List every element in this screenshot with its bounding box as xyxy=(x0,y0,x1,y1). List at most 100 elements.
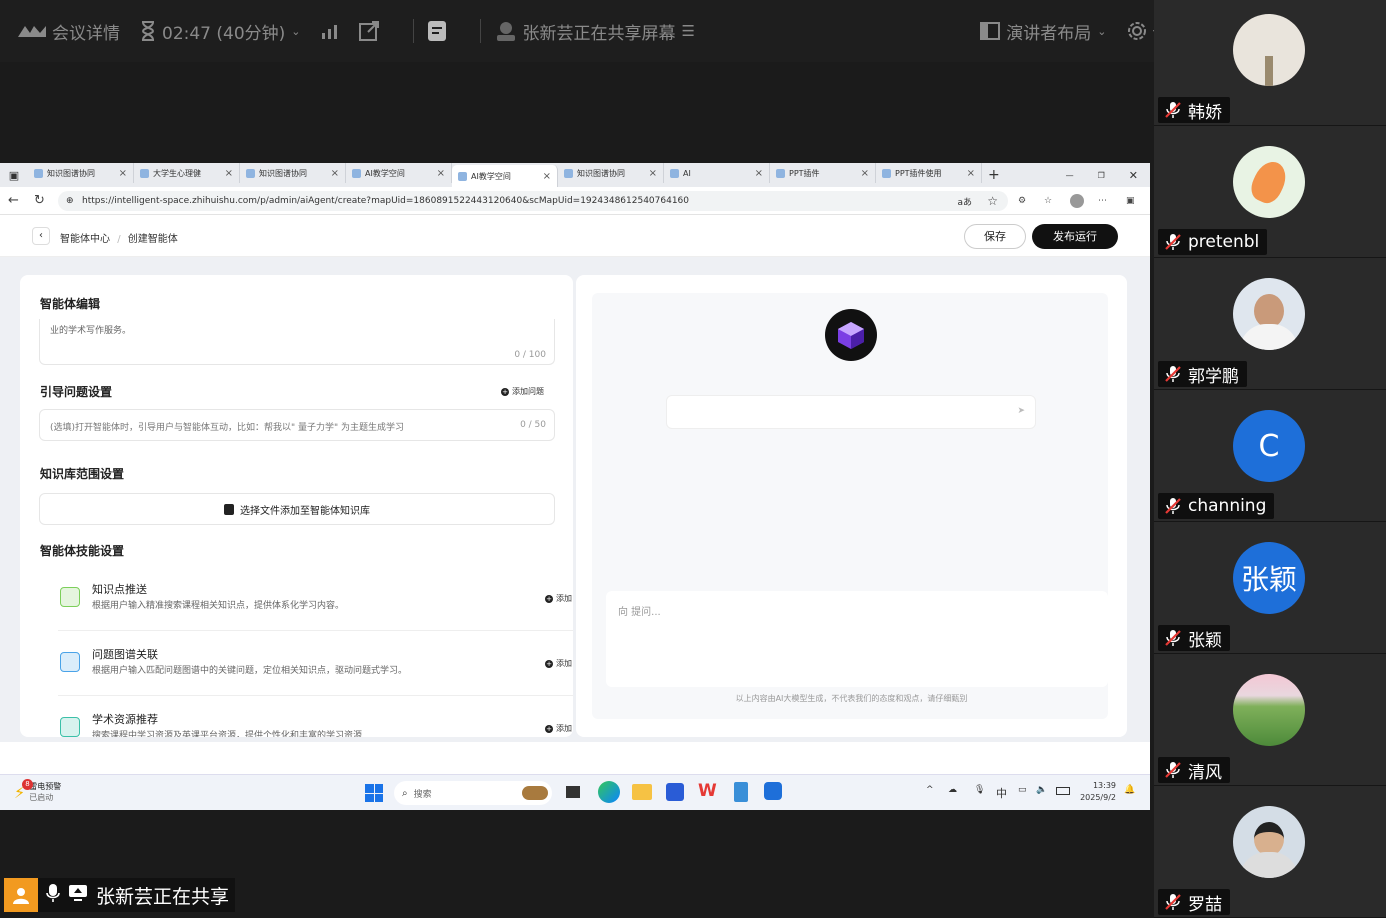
favorite-star-icon[interactable]: ☆ xyxy=(987,194,998,208)
skill-add-button[interactable]: + 添加 xyxy=(545,658,572,669)
window-close-icon[interactable]: ✕ xyxy=(1129,169,1138,182)
mic-muted-icon xyxy=(1165,762,1181,778)
ime-indicator[interactable]: 中 xyxy=(996,785,1007,801)
edge-icon[interactable] xyxy=(598,781,620,803)
favorites-icon[interactable]: ☆ xyxy=(1044,196,1052,206)
profile-avatar-icon[interactable] xyxy=(1070,193,1084,208)
meeting-details-button[interactable]: 会议详情 xyxy=(18,19,120,44)
send-icon[interactable]: ➤ xyxy=(1017,406,1025,416)
browser-tab[interactable]: 知识图谱协同 × xyxy=(28,163,134,183)
tab-close-icon[interactable]: × xyxy=(649,168,657,179)
browser-tab[interactable]: PPT插件使用 × xyxy=(876,163,982,183)
store-icon[interactable] xyxy=(666,783,684,801)
mic-muted-icon xyxy=(1165,366,1181,382)
notepad-icon[interactable] xyxy=(734,782,748,802)
timer-button[interactable]: 02:47 (40分钟) ⌄ xyxy=(140,19,301,44)
tab-close-icon[interactable]: × xyxy=(331,168,339,179)
signal-button[interactable] xyxy=(321,23,339,39)
new-tab-icon[interactable]: + xyxy=(988,167,1000,183)
tab-close-icon[interactable]: × xyxy=(225,168,233,179)
start-button[interactable] xyxy=(365,784,383,802)
notification-bell-icon[interactable]: 🔔 xyxy=(1124,785,1135,795)
skill-add-button[interactable]: + 添加 xyxy=(545,593,572,604)
volume-icon[interactable]: 🔈 xyxy=(1036,785,1047,795)
mic-muted-icon xyxy=(1165,234,1181,250)
participant-tile[interactable]: 清风 xyxy=(1154,654,1386,786)
save-button[interactable]: 保存 xyxy=(964,224,1026,249)
wps-icon[interactable]: W xyxy=(698,781,717,801)
notes-button[interactable] xyxy=(427,21,446,41)
breadcrumb-home[interactable]: 智能体中心 xyxy=(60,234,110,245)
tab-close-icon[interactable]: × xyxy=(543,171,551,182)
tab-close-icon[interactable]: × xyxy=(755,168,763,179)
tab-actions-icon[interactable]: ▣ xyxy=(0,169,28,182)
screen-share-icon[interactable] xyxy=(68,884,88,907)
user-icon[interactable] xyxy=(4,878,38,912)
participant-name: pretenbl xyxy=(1188,232,1260,252)
skill-icon xyxy=(60,652,80,672)
participant-tile[interactable]: 罗喆 xyxy=(1154,786,1386,918)
participant-tile[interactable]: 郭学鹏 xyxy=(1154,258,1386,390)
skill-add-button[interactable]: + 添加 xyxy=(545,723,572,734)
clock-time: 13:39 xyxy=(1092,781,1116,790)
address-bar-row: ← ↻ ⊕ https://intelligent-space.zhihuish… xyxy=(0,187,1150,215)
participant-tile[interactable]: pretenbl xyxy=(1154,126,1386,258)
browser-tab[interactable]: 大学生心理健 × xyxy=(134,163,240,183)
weather-widget[interactable]: ⚡ 8 雷电预警 已启动 xyxy=(14,779,61,803)
sidebar-icon[interactable]: ▣ xyxy=(1126,196,1135,206)
battery-icon[interactable] xyxy=(1056,787,1070,795)
description-count: 0 / 100 xyxy=(514,350,546,360)
tab-close-icon[interactable]: × xyxy=(119,168,127,179)
clock[interactable]: 13:39 2025/9/2 xyxy=(1080,780,1116,804)
sharing-status[interactable]: 张新芸正在共享屏幕 ☰ xyxy=(495,19,695,44)
window-minimize-icon[interactable]: — xyxy=(1066,171,1074,180)
ask-input[interactable]: 向 提问... xyxy=(606,591,1108,687)
popout-button[interactable] xyxy=(358,21,379,41)
preview-input-bar[interactable]: ➤ xyxy=(666,395,1036,429)
layout-button[interactable]: 演讲者布局 ⌄ xyxy=(980,19,1107,44)
url-field[interactable]: ⊕ https://intelligent-space.zhihuishu.co… xyxy=(58,191,1008,211)
breadcrumb: 智能体中心 / 创建智能体 xyxy=(60,230,178,245)
back-icon[interactable]: ← xyxy=(8,193,19,208)
add-question-button[interactable]: + 添加问题 xyxy=(501,386,544,397)
tab-close-icon[interactable]: × xyxy=(861,168,869,179)
taskbar-search[interactable]: ⌕ 搜索 xyxy=(394,781,552,805)
read-aloud-icon[interactable]: aあ xyxy=(957,195,972,208)
search-icon: ⌕ xyxy=(402,787,408,799)
shared-screen: ▣ 知识图谱协同 × 大学生心理健 × 知识图谱协同 × AI教学空间 × AI教学空间 × 知识图… xyxy=(0,163,1150,810)
presenter-icon xyxy=(496,22,515,41)
browser-tab[interactable]: AI教学空间 × xyxy=(452,165,558,187)
browser-tab[interactable]: AI教学空间 × xyxy=(346,163,452,183)
display-icon[interactable]: ▭ xyxy=(1018,785,1027,795)
publish-button[interactable]: 发布运行 xyxy=(1032,224,1118,249)
microphone-icon[interactable]: 🎙 xyxy=(974,785,985,795)
meeting-app-icon[interactable] xyxy=(764,782,782,800)
network-icon[interactable]: ☁ xyxy=(948,785,957,795)
microphone-icon[interactable] xyxy=(46,883,60,908)
task-view-icon[interactable] xyxy=(566,786,580,798)
skill-description: 根据用户输入匹配问题图谱中的关键问题，定位相关知识点，驱动问题式学习。 xyxy=(92,666,408,676)
tab-close-icon[interactable]: × xyxy=(437,168,445,179)
participant-tile[interactable]: 韩娇 xyxy=(1154,0,1386,126)
document-icon xyxy=(427,21,446,41)
refresh-icon[interactable]: ↻ xyxy=(34,193,45,208)
browser-tab[interactable]: PPT插件 × xyxy=(770,163,876,183)
tray-chevron-icon[interactable]: ^ xyxy=(926,785,934,795)
browser-tab[interactable]: 知识图谱协同 × xyxy=(558,163,664,183)
participant-tile[interactable]: 张颖 张颖 xyxy=(1154,522,1386,654)
breadcrumb-current: 创建智能体 xyxy=(127,234,178,245)
back-button[interactable]: ‹ xyxy=(32,227,50,245)
guide-question-input[interactable]: (选填)打开智能体时，引导用户与智能体互动，比如：帮我以" 量子力学" 为主题生… xyxy=(39,409,555,441)
kb-select-button[interactable]: 选择文件添加至智能体知识库 xyxy=(39,493,555,525)
file-explorer-icon[interactable] xyxy=(632,784,652,800)
participant-tile[interactable]: Cchanning xyxy=(1154,390,1386,522)
browser-tab[interactable]: 知识图谱协同 × xyxy=(240,163,346,183)
tab-close-icon[interactable]: × xyxy=(967,168,975,179)
browser-tab[interactable]: AI × xyxy=(664,163,770,183)
window-restore-icon[interactable]: ❐ xyxy=(1098,171,1105,180)
more-icon[interactable]: ⋯ xyxy=(1098,196,1107,206)
extensions-icon[interactable]: ⚙ xyxy=(1018,196,1026,206)
participant-avatar xyxy=(1233,806,1305,878)
windows-taskbar: ⚡ 8 雷电预警 已启动 ⌕ 搜索 W ^ ☁ 🎙 中 ▭ 🔈 13:39 20… xyxy=(0,774,1150,810)
description-textarea[interactable]: 业的学术写作服务。 0 / 100 xyxy=(39,319,555,365)
